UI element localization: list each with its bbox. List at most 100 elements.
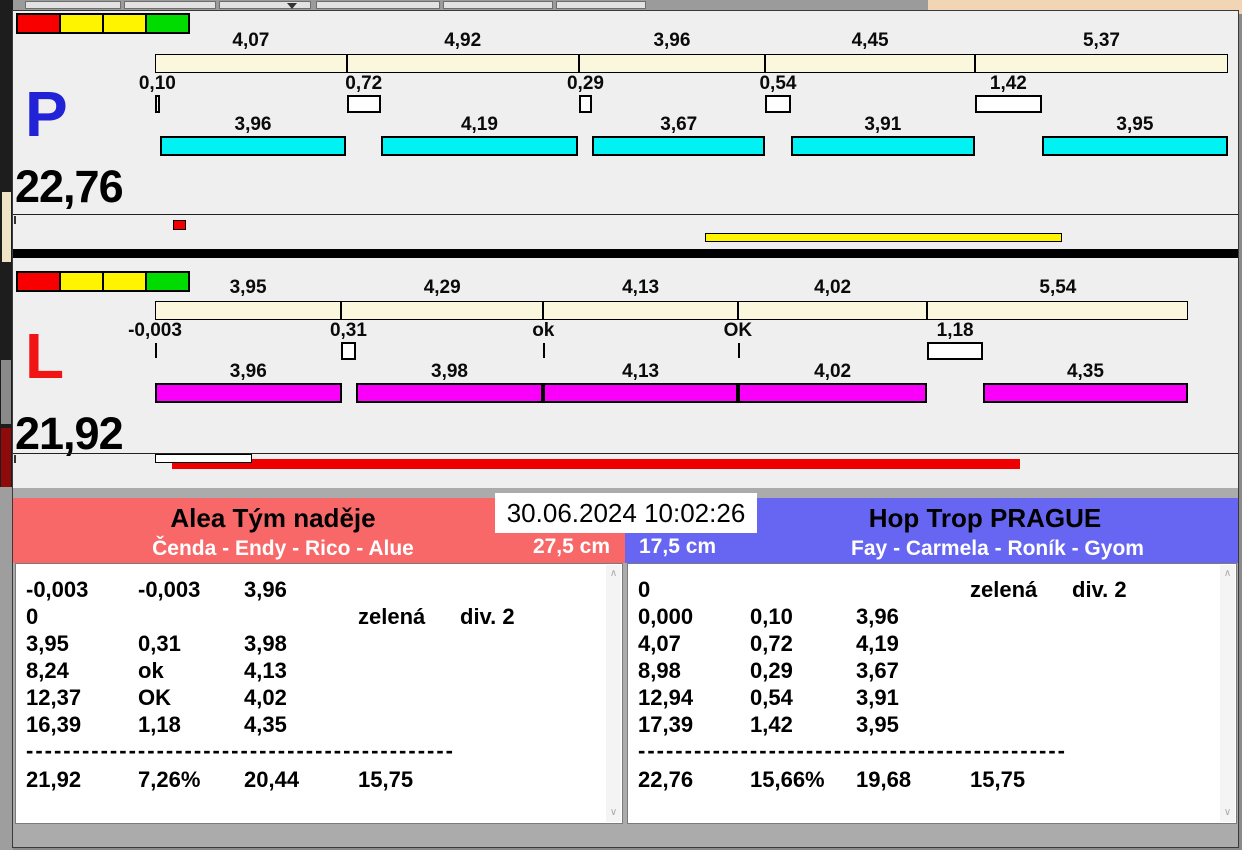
split-segment xyxy=(341,301,544,320)
table-cell: 3,96 xyxy=(856,604,899,629)
scrollbar[interactable]: ∧ ∨ xyxy=(1220,565,1235,822)
gap-time-label: 0,54 xyxy=(759,73,797,94)
background-fragment xyxy=(1,360,11,424)
background-toolbar-segment xyxy=(316,1,440,9)
table-cell: 0,29 xyxy=(750,658,793,683)
table-cell: 3,95 xyxy=(26,631,69,656)
table-cell xyxy=(358,711,460,738)
gap-box xyxy=(927,342,983,360)
throw-bar xyxy=(1041,136,1228,156)
split-time-label: 5,37 xyxy=(1082,30,1120,51)
table-cell: div. 2 xyxy=(460,604,515,629)
background-toolbar-segment xyxy=(443,1,553,9)
summary-cell: 19,68 xyxy=(856,767,912,792)
gap-time-label: 0,10 xyxy=(138,73,176,94)
marker-bar xyxy=(705,233,1062,242)
throw-bar xyxy=(159,136,347,156)
throw-bar xyxy=(355,383,544,403)
table-cell xyxy=(358,657,460,684)
gap-time-label: -0,003 xyxy=(128,320,182,341)
marker-bar xyxy=(172,459,1020,469)
table-cell: 12,94 xyxy=(638,685,694,710)
scroll-up-icon[interactable]: ∧ xyxy=(606,568,621,580)
team-name: Alea Tým naděje xyxy=(170,503,376,533)
summary-cell xyxy=(1072,766,1210,793)
table-row: 12,94 0,54 3,91 xyxy=(638,684,1210,711)
throw-bar xyxy=(380,136,579,156)
scrollbar[interactable]: ∧ ∨ xyxy=(606,565,621,822)
table-row: 17,39 1,42 3,95 xyxy=(638,711,1210,738)
gap-time-label: OK xyxy=(723,320,753,341)
split-time-label: 3,96 xyxy=(653,30,691,51)
table-cell: 0 xyxy=(26,604,39,629)
table-cell: 0,000 xyxy=(638,604,694,629)
panel-letter: L xyxy=(25,320,65,392)
table-cell: 4,07 xyxy=(638,631,681,656)
throw-labels-lane: 3,96 4,19 3,67 3,91 3,95 xyxy=(155,115,1228,135)
score-list-left[interactable]: -0,003 -0,003 3,96 0 zelená div. 2 3,95 0,31 3,9… xyxy=(15,563,623,824)
table-cell: zelená xyxy=(358,604,426,629)
table-cell xyxy=(358,576,460,603)
background-toolbar-segment xyxy=(219,1,311,9)
summary-row: 21,92 7,26% 20,44 15,75 xyxy=(26,766,596,793)
gap-tick-icon xyxy=(155,343,157,358)
score-rows: 0 zelená div. 2 0,000 0,10 3,96 4,07 0,72 4,19 8,… xyxy=(638,576,1210,793)
summary-cell: 22,76 xyxy=(638,767,694,792)
panel-separator xyxy=(13,249,1238,258)
split-time-label: 3,95 xyxy=(229,277,267,298)
status-box xyxy=(16,13,61,34)
gap-tick-icon xyxy=(543,343,546,358)
throw-time-label: 3,67 xyxy=(660,114,698,135)
gap-time-label: 0,29 xyxy=(566,73,604,94)
gap-bar-lane xyxy=(155,95,1228,113)
dash-separator: ----------------------------------------… xyxy=(638,738,1068,763)
table-cell: 16,39 xyxy=(26,712,82,737)
scroll-up-icon[interactable]: ∧ xyxy=(1220,568,1235,580)
team-distance: 17,5 cm xyxy=(639,535,717,558)
throw-time-label: 3,96 xyxy=(234,114,272,135)
table-cell xyxy=(1072,711,1210,738)
split-time-label: 4,13 xyxy=(622,277,660,298)
table-cell xyxy=(460,684,596,711)
table-cell: zelená xyxy=(970,577,1038,602)
screen: 4,07 4,92 3,96 4,45 5,37 0,10 0,72 0,29 0,54 1,4… xyxy=(0,0,1242,850)
table-cell: 0,72 xyxy=(750,631,793,656)
gap-labels-lane: 0,10 0,72 0,29 0,54 1,42 xyxy=(139,73,1228,94)
summary-cell: 15,75 xyxy=(358,767,414,792)
table-row: 8,98 0,29 3,67 xyxy=(638,657,1210,684)
gap-box xyxy=(341,342,356,360)
scroll-down-icon[interactable]: ∨ xyxy=(606,807,621,819)
split-labels-lane: 3,95 4,29 4,13 4,02 5,54 xyxy=(155,278,1228,298)
gap-box xyxy=(346,95,381,113)
gap-tick-icon xyxy=(737,343,740,358)
table-cell xyxy=(750,576,856,603)
table-cell xyxy=(138,603,244,630)
table-cell xyxy=(970,630,1072,657)
dash-separator: ----------------------------------------… xyxy=(26,738,456,763)
table-cell: 17,39 xyxy=(638,712,694,737)
table-row: 0 zelená div. 2 xyxy=(26,603,596,630)
gap-box xyxy=(974,95,1042,113)
split-time-label: 4,02 xyxy=(814,277,852,298)
table-row: -0,003 -0,003 3,96 xyxy=(26,576,596,603)
score-list-right[interactable]: 0 zelená div. 2 0,000 0,10 3,96 4,07 0,72 4,19 8,… xyxy=(627,563,1237,824)
panel-total-time: 21,92 xyxy=(15,408,124,459)
table-row: 12,37 OK 4,02 xyxy=(26,684,596,711)
throw-bar xyxy=(737,383,928,403)
background-fragment xyxy=(2,192,11,262)
table-cell xyxy=(460,630,596,657)
table-cell: 4,02 xyxy=(244,685,287,710)
status-box xyxy=(102,13,147,34)
gap-bar-lane xyxy=(155,342,1228,360)
table-cell xyxy=(970,657,1072,684)
split-segment xyxy=(765,54,975,73)
split-segment xyxy=(155,54,347,73)
table-cell xyxy=(970,684,1072,711)
throw-time-label: 3,98 xyxy=(431,361,469,382)
table-cell: 12,37 xyxy=(26,685,82,710)
table-row: 0,000 0,10 3,96 xyxy=(638,603,1210,630)
scroll-down-icon[interactable]: ∨ xyxy=(1220,807,1235,819)
split-segment xyxy=(578,54,766,73)
table-cell: 8,98 xyxy=(638,658,681,683)
table-cell: div. 2 xyxy=(1072,577,1127,602)
